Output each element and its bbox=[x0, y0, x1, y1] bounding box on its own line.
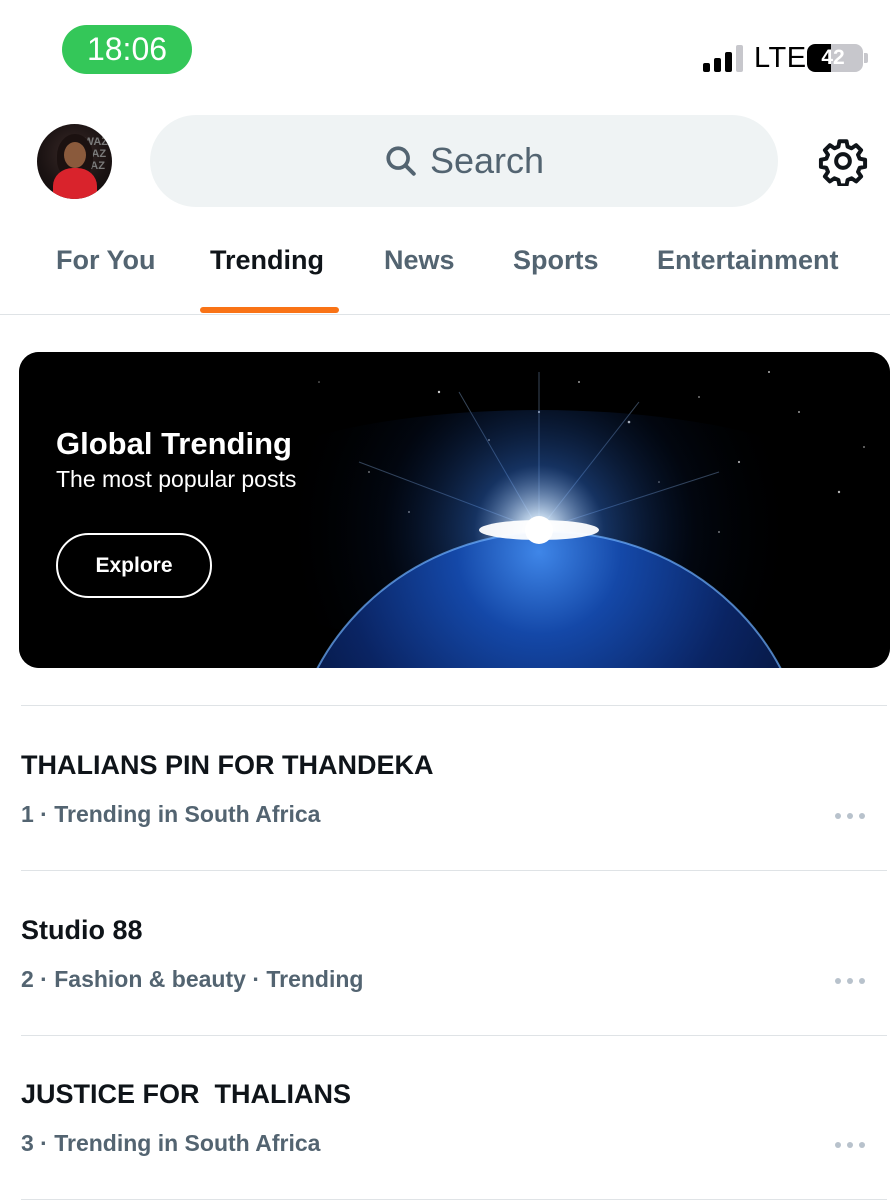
trend-item[interactable]: Studio 88 2 · Fashion & beauty · Trendin… bbox=[0, 871, 890, 1035]
avatar-dress bbox=[53, 168, 97, 199]
more-options-icon[interactable] bbox=[830, 1138, 870, 1152]
search-placeholder: Search bbox=[429, 140, 545, 181]
tab-trending[interactable]: Trending bbox=[210, 245, 324, 276]
status-bar: 18:06 LTE 42 bbox=[0, 0, 890, 100]
avatar[interactable]: WAZ BAZ ZAZ bbox=[37, 124, 112, 199]
tab-sports[interactable]: Sports bbox=[513, 245, 599, 276]
trend-item[interactable]: THALIANS PIN FOR THANDEKA 1 · Trending i… bbox=[0, 706, 890, 870]
tab-entertainment[interactable]: Entertainment bbox=[657, 245, 839, 276]
avatar-face bbox=[64, 142, 86, 168]
trend-title: JUSTICE FOR THALIANS bbox=[21, 1079, 352, 1109]
banner-subtitle: The most popular posts bbox=[56, 466, 297, 492]
network-type: LTE bbox=[754, 42, 807, 74]
trend-meta: 3 · Trending in South Africa bbox=[21, 1130, 321, 1156]
trend-item[interactable]: JUSTICE FOR THALIANS 3 · Trending in Sou… bbox=[0, 1035, 890, 1199]
cellular-signal-icon bbox=[703, 44, 745, 72]
tab-for-you[interactable]: For You bbox=[56, 245, 156, 276]
banner-title: Global Trending bbox=[56, 426, 292, 461]
more-options-icon[interactable] bbox=[830, 809, 870, 823]
battery-icon: 42 bbox=[807, 44, 863, 72]
time-pill[interactable]: 18:06 bbox=[62, 25, 192, 74]
global-trending-banner[interactable]: Global Trending The most popular posts E… bbox=[19, 352, 890, 668]
active-tab-indicator bbox=[200, 307, 339, 313]
earth-image bbox=[19, 352, 890, 668]
gear-icon[interactable] bbox=[818, 136, 868, 186]
tab-bar: For You Trending News Sports Entertainme… bbox=[0, 225, 890, 315]
tab-news[interactable]: News bbox=[384, 245, 455, 276]
explore-button[interactable]: Explore bbox=[56, 533, 212, 598]
search-icon bbox=[386, 146, 416, 176]
search-input[interactable]: Search bbox=[150, 115, 778, 207]
status-time: 18:06 bbox=[86, 31, 168, 67]
more-options-icon[interactable] bbox=[830, 974, 870, 988]
trend-title: Studio 88 bbox=[21, 915, 143, 945]
trend-title: THALIANS PIN FOR THANDEKA bbox=[21, 750, 434, 780]
battery-level: 42 bbox=[821, 46, 845, 69]
trend-meta: 2 · Fashion & beauty · Trending bbox=[21, 966, 364, 992]
trend-meta: 1 · Trending in South Africa bbox=[21, 801, 321, 827]
battery-cap bbox=[864, 53, 868, 63]
